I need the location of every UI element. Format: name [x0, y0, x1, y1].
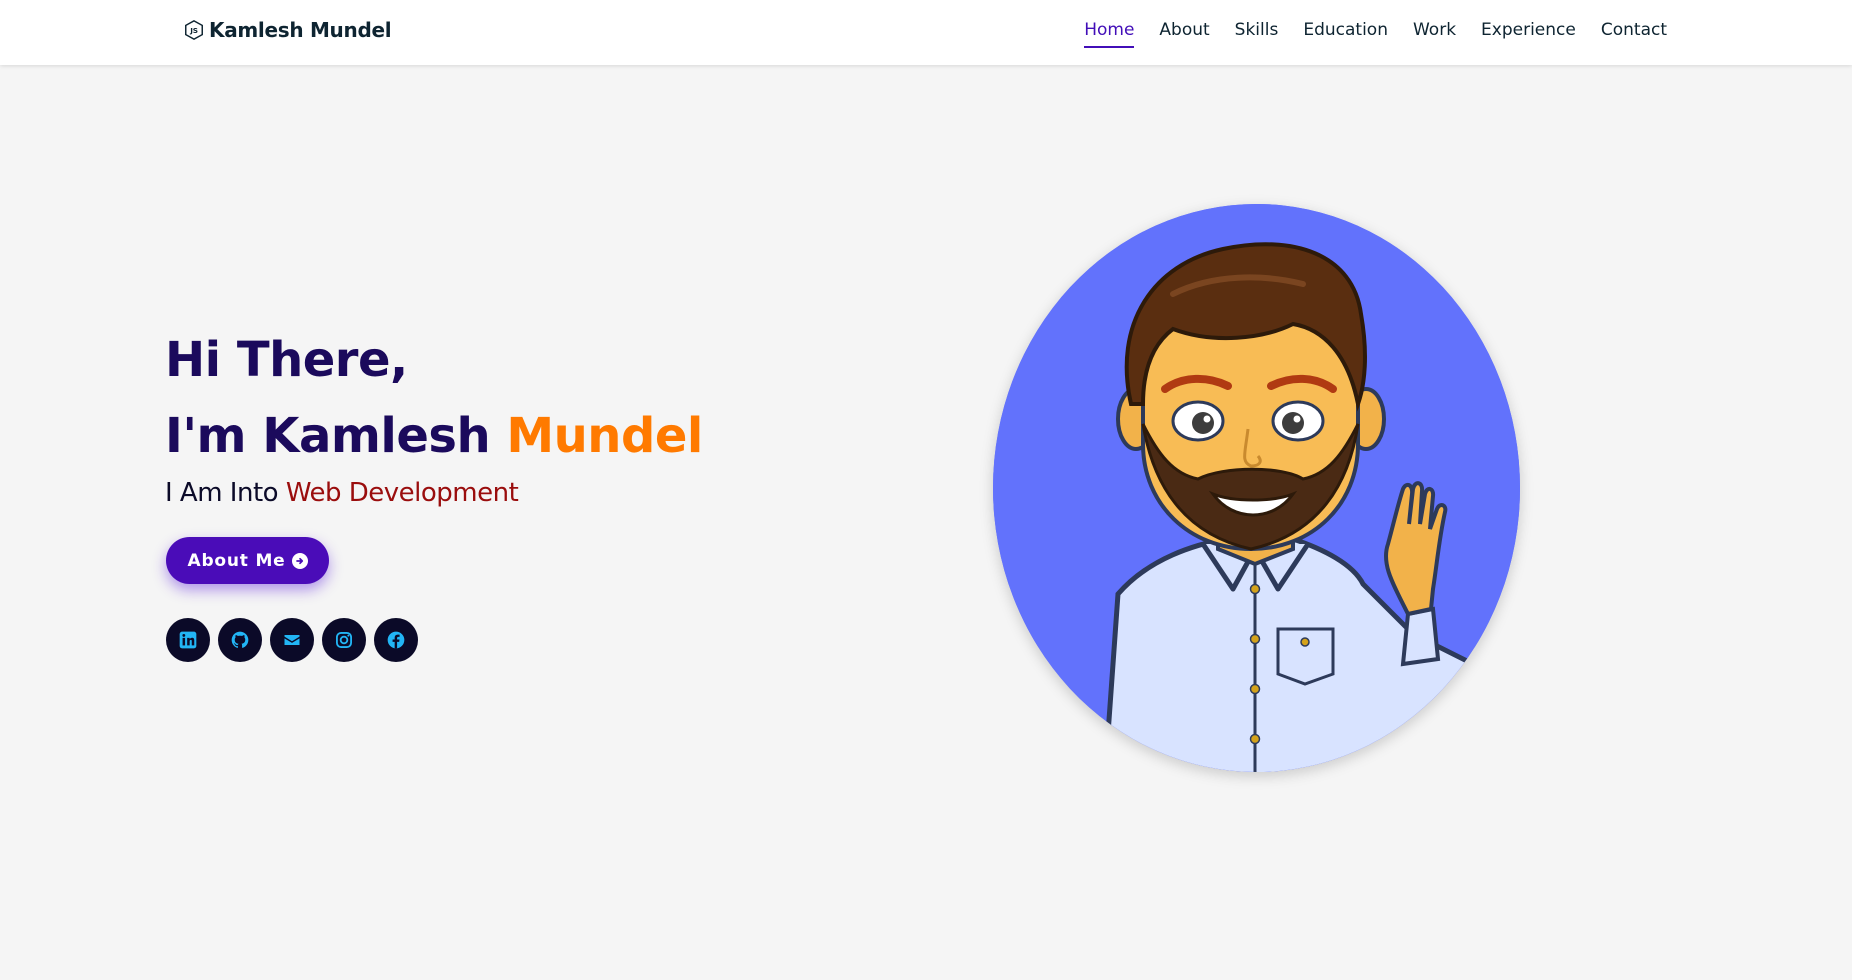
- brand-name: Kamlesh Mundel: [209, 18, 392, 42]
- hero-section: [0, 65, 1852, 980]
- nav-item-experience[interactable]: Experience: [1481, 20, 1576, 48]
- nav-item-home[interactable]: Home: [1084, 20, 1135, 48]
- waving-avatar-illustration: [993, 204, 1520, 772]
- avatar: [993, 204, 1520, 772]
- nav-item-about[interactable]: About: [1159, 20, 1209, 48]
- hero-name-accent: Mundel: [506, 408, 703, 464]
- nav-item-contact[interactable]: Contact: [1601, 20, 1667, 48]
- navbar: JS Kamlesh Mundel Home About Skills Educ…: [0, 0, 1852, 65]
- facebook-icon: [387, 631, 405, 649]
- hero-line-2: I'm Kamlesh: [165, 408, 507, 464]
- about-me-button[interactable]: About Me: [166, 537, 329, 584]
- linkedin-icon: [179, 631, 197, 649]
- hero-tagline: I Am Into Web Development: [165, 478, 519, 508]
- social-links: [166, 618, 418, 662]
- tagline-prefix: I Am Into: [165, 478, 286, 508]
- nav-item-work[interactable]: Work: [1413, 20, 1456, 48]
- hero-heading: Hi There, I'm Kamlesh Mundel: [165, 322, 703, 474]
- facebook-link[interactable]: [374, 618, 418, 662]
- nav-item-education[interactable]: Education: [1303, 20, 1388, 48]
- typed-text: Web Development: [285, 478, 519, 508]
- arrow-circle-right-icon: [291, 552, 308, 569]
- nav-item-skills[interactable]: Skills: [1235, 20, 1279, 48]
- envelope-icon: [284, 635, 300, 645]
- brand-logo[interactable]: JS Kamlesh Mundel: [183, 18, 392, 42]
- hero-line-1: Hi There,: [165, 332, 408, 388]
- github-link[interactable]: [218, 618, 262, 662]
- svg-text:JS: JS: [189, 26, 197, 35]
- instagram-icon: [336, 632, 352, 648]
- linkedin-link[interactable]: [166, 618, 210, 662]
- email-link[interactable]: [270, 618, 314, 662]
- about-me-label: About Me: [187, 550, 286, 571]
- github-icon: [231, 631, 249, 648]
- nav-menu: Home About Skills Education Work Experie…: [1084, 20, 1667, 48]
- nodejs-icon: JS: [185, 19, 203, 41]
- instagram-link[interactable]: [322, 618, 366, 662]
